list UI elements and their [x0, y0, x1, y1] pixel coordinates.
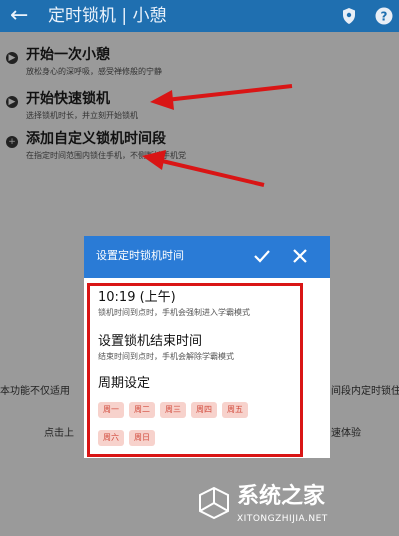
watermark: 系统之家 XITONGZHIJIA.NET [189, 480, 389, 530]
annotation-arrow-icon [150, 84, 293, 110]
watermark-logo-icon [199, 486, 229, 520]
watermark-name: 系统之家 [237, 484, 326, 509]
annotation-arrows [142, 84, 293, 187]
annotation-arrow-icon [142, 150, 265, 187]
watermark-url: XITONGZHIJIA.NET [237, 514, 328, 524]
